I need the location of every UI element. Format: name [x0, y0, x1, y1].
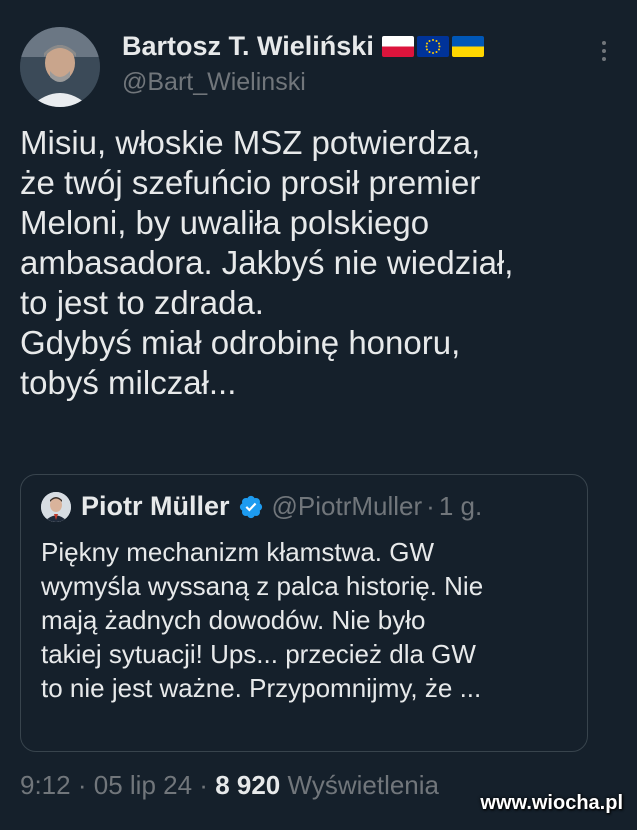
quoted-author-handle[interactable]: @PiotrMuller	[272, 491, 423, 522]
separator-dot: ·	[426, 491, 435, 521]
author-flags	[381, 35, 484, 57]
author-photo	[20, 27, 100, 107]
views-label[interactable]: Wyświetlenia	[288, 770, 439, 800]
quoted-text-line: Piękny mechanizm kłamstwa. GW	[41, 537, 434, 567]
tweet-text-line: tobyś milczał...	[20, 364, 237, 401]
tweet-text-line: Misiu, włoskie MSZ potwierdza,	[20, 124, 481, 161]
separator-dot: ·	[77, 770, 87, 800]
tweet-text-line: ambasadora. Jakbyś nie wiedział,	[20, 244, 514, 281]
author-avatar[interactable]	[20, 27, 100, 107]
tweet-metadata: 9:12 · 05 lip 24 · 8 920 Wyświetlenia	[20, 770, 439, 801]
views-count: 8 920	[215, 770, 281, 800]
poland-flag-icon	[381, 35, 414, 57]
watermark: www.wiocha.pl	[480, 792, 623, 814]
tweet-text-line: Gdybyś miał odrobinę honoru,	[20, 324, 461, 361]
quoted-tweet-header: Piotr Müller @PiotrMuller · 1 g.	[41, 491, 482, 522]
quoted-tweet[interactable]: Piotr Müller @PiotrMuller · 1 g. Piękny …	[20, 474, 588, 752]
quoted-author-name[interactable]: Piotr Müller	[81, 491, 230, 522]
quoted-tweet-text: Piękny mechanizm kłamstwa. GW wymyśla wy…	[41, 535, 581, 705]
separator-dot: ·	[199, 770, 208, 800]
eu-flag-icon	[416, 35, 449, 57]
quoted-text-line: to nie jest ważne. Przypomnijmy, że ...	[41, 673, 482, 703]
tweet-text: Misiu, włoskie MSZ potwierdza, że twój s…	[20, 123, 620, 403]
more-options-icon[interactable]	[595, 36, 613, 66]
tweet-text-line: że twój szefuńcio prosił premier	[20, 164, 481, 201]
dot-icon	[602, 57, 606, 61]
quoted-text-line: mają żadnych dowodów. Nie było	[41, 605, 426, 635]
quoted-author-avatar[interactable]	[41, 491, 71, 522]
quoted-tweet-age: 1 g.	[438, 491, 483, 521]
quoted-author-photo	[41, 491, 71, 522]
tweet-date[interactable]: 05 lip 24	[94, 770, 192, 800]
tweet-header: Bartosz T. Wieliński @Bart_Wielinski	[122, 28, 597, 97]
tweet-text-line: Meloni, by uwaliła polskiego	[20, 204, 430, 241]
dot-icon	[602, 49, 606, 53]
dot-icon	[602, 41, 606, 45]
quoted-text-line: takiej sytuacji! Ups... przecież dla GW	[41, 639, 476, 669]
tweet-time[interactable]: 9:12	[20, 770, 71, 800]
verified-badge-icon	[239, 495, 262, 518]
author-handle[interactable]: @Bart_Wielinski	[122, 68, 597, 97]
quoted-text-line: wymyśla wyssaną z palca historię. Nie	[41, 571, 484, 601]
author-name[interactable]: Bartosz T. Wieliński	[122, 31, 374, 62]
ukraine-flag-icon	[451, 35, 484, 57]
tweet-text-line: to jest to zdrada.	[20, 284, 264, 321]
